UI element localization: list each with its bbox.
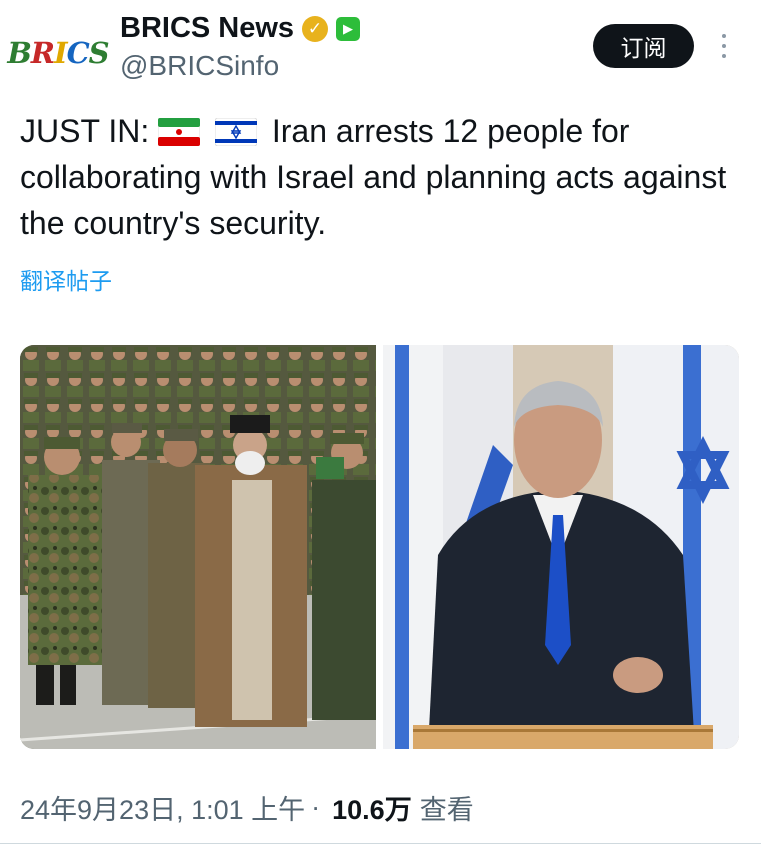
speaker-photo-illustration [383,345,739,749]
subscribe-button[interactable]: 订阅 [593,24,694,68]
tweet-header: BRICS BRICS News ✓ ▶ @BRICSinfo 订阅 [0,0,761,100]
timestamp[interactable]: 24年9月23日, 1:01 上午 [20,788,305,827]
affiliate-badge-icon[interactable]: ▶ [336,16,361,41]
military-photo-illustration [20,345,376,749]
photo-military-leaders[interactable] [20,345,376,749]
israel-flag-icon [214,118,257,146]
translate-post-link[interactable]: 翻译帖子 [20,262,112,296]
tweet-text: JUST IN: Iran arrests 12 people for coll… [20,108,740,246]
more-options-icon[interactable] [712,30,736,62]
tweet-prefix: JUST IN: [20,113,150,149]
iran-flag-icon [158,118,201,146]
photo-speaker-podium[interactable] [383,345,739,749]
divider [0,843,761,844]
view-count: 10.6万 [332,795,412,825]
verified-badge-icon[interactable]: ✓ [302,15,329,42]
view-label: 查看 [419,795,474,825]
account-handle[interactable]: @BRICSinfo [120,50,279,82]
media-grid [20,345,739,749]
tweet-meta: 24年9月23日, 1:01 上午 · 10.6万 查看 [20,788,474,827]
name-row: BRICS News ✓ ▶ [120,12,361,45]
display-name[interactable]: BRICS News [120,12,294,45]
meta-separator: · [311,792,321,822]
avatar[interactable]: BRICS [7,22,109,84]
